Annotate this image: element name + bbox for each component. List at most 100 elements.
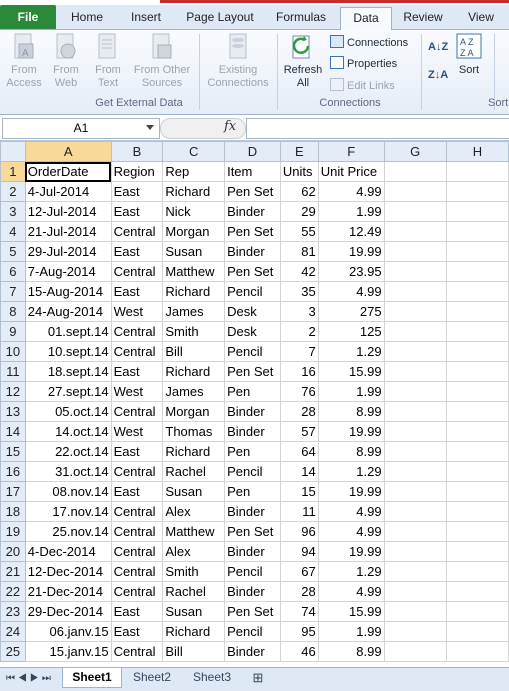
cell[interactable] [383, 641, 447, 662]
cell[interactable]: 17.nov.14 [24, 501, 112, 522]
sheet-tab-3[interactable]: Sheet3 [184, 668, 240, 687]
from-access-button[interactable]: A From Access [4, 32, 44, 90]
column-header[interactable]: B [110, 141, 164, 162]
cell[interactable] [383, 621, 447, 642]
cell[interactable]: Central [110, 501, 164, 522]
cell[interactable] [383, 441, 447, 462]
cell[interactable] [383, 561, 447, 582]
row-header[interactable]: 24 [0, 621, 26, 642]
row-header[interactable]: 16 [0, 461, 26, 482]
from-other-sources-button[interactable]: From Other Sources [130, 32, 194, 90]
cell[interactable]: Richard [162, 441, 226, 462]
cell[interactable] [383, 461, 447, 482]
cell[interactable]: Binder [224, 421, 281, 442]
cell[interactable]: Richard [162, 281, 226, 302]
cell[interactable]: West [110, 301, 164, 322]
cell[interactable] [445, 401, 509, 422]
cell[interactable]: Bill [162, 341, 226, 362]
cell[interactable]: 21-Dec-2014 [24, 581, 112, 602]
cell[interactable] [445, 361, 509, 382]
cell[interactable]: 16 [279, 361, 319, 382]
chevron-down-icon[interactable] [146, 125, 154, 130]
cell[interactable] [383, 221, 447, 242]
cell[interactable]: 28 [279, 581, 319, 602]
cell[interactable]: Susan [162, 241, 226, 262]
cell[interactable]: 22.oct.14 [24, 441, 112, 462]
row-header[interactable]: 15 [0, 441, 26, 462]
cell[interactable] [445, 621, 509, 642]
cell[interactable]: Rachel [162, 461, 226, 482]
name-box[interactable]: A1 [2, 118, 160, 139]
cell[interactable] [445, 601, 509, 622]
cell[interactable]: East [110, 181, 164, 202]
cell[interactable]: East [110, 621, 164, 642]
row-header[interactable]: 17 [0, 481, 26, 502]
cell[interactable]: 29 [279, 201, 319, 222]
cell[interactable]: 1.99 [317, 381, 385, 402]
from-text-button[interactable]: From Text [88, 32, 128, 90]
cell[interactable]: Susan [162, 601, 226, 622]
cell[interactable] [383, 321, 447, 342]
cell[interactable]: East [110, 601, 164, 622]
cell[interactable]: 19.99 [317, 541, 385, 562]
refresh-all-button[interactable]: Refresh All [281, 32, 325, 90]
cell[interactable]: Pen [224, 481, 281, 502]
row-header[interactable]: 23 [0, 601, 26, 622]
cell[interactable]: Binder [224, 641, 281, 662]
cell[interactable]: 64 [279, 441, 319, 462]
row-header[interactable]: 7 [0, 281, 26, 302]
cell[interactable] [383, 261, 447, 282]
cell[interactable]: Binder [224, 241, 281, 262]
cell[interactable]: Bill [162, 641, 226, 662]
row-header[interactable]: 18 [0, 501, 26, 522]
cell[interactable]: Central [110, 321, 164, 342]
cell[interactable] [383, 501, 447, 522]
cell[interactable]: 14 [279, 461, 319, 482]
properties-button[interactable]: Properties [330, 56, 397, 71]
cell[interactable]: Pen Set [224, 221, 281, 242]
cell[interactable]: East [110, 241, 164, 262]
cell[interactable]: Alex [162, 541, 226, 562]
sort-descending-icon[interactable]: Z↓A [428, 68, 448, 82]
cell[interactable]: 19.99 [317, 481, 385, 502]
cell[interactable] [445, 541, 509, 562]
cell[interactable]: East [110, 441, 164, 462]
formula-input[interactable] [246, 118, 509, 139]
cell[interactable]: 2 [279, 321, 319, 342]
cell[interactable]: 29-Jul-2014 [24, 241, 112, 262]
cell[interactable]: Susan [162, 481, 226, 502]
cell[interactable]: 1.29 [317, 461, 385, 482]
cell[interactable]: East [110, 201, 164, 222]
cell[interactable] [445, 581, 509, 602]
row-header[interactable]: 9 [0, 321, 26, 342]
cell[interactable]: 31.oct.14 [24, 461, 112, 482]
column-header[interactable]: D [224, 141, 281, 162]
column-header[interactable]: F [317, 141, 385, 162]
insert-function-icon[interactable]: fx [224, 119, 236, 134]
cell[interactable] [445, 301, 509, 322]
row-header[interactable]: 25 [0, 641, 26, 662]
cell[interactable]: Central [110, 521, 164, 542]
select-all-corner[interactable] [0, 141, 26, 162]
cell[interactable]: 12-Dec-2014 [24, 561, 112, 582]
cell[interactable]: Pencil [224, 341, 281, 362]
cell[interactable]: 23.95 [317, 261, 385, 282]
cell[interactable]: Region [110, 161, 164, 182]
cell[interactable]: East [110, 481, 164, 502]
cell[interactable]: Unit Price [317, 161, 385, 182]
cell[interactable]: 42 [279, 261, 319, 282]
cell[interactable]: Central [110, 541, 164, 562]
row-header[interactable]: 12 [0, 381, 26, 402]
cell[interactable] [383, 201, 447, 222]
cell[interactable]: Pen [224, 441, 281, 462]
cell[interactable]: 7 [279, 341, 319, 362]
cell[interactable]: Pen Set [224, 181, 281, 202]
cell[interactable]: Thomas [162, 421, 226, 442]
row-header[interactable]: 6 [0, 261, 26, 282]
cell[interactable]: 28 [279, 401, 319, 422]
row-header[interactable]: 3 [0, 201, 26, 222]
cell[interactable]: 1.29 [317, 341, 385, 362]
tab-file[interactable]: File [0, 5, 56, 29]
cell[interactable]: Pen Set [224, 261, 281, 282]
cell[interactable]: 4.99 [317, 501, 385, 522]
